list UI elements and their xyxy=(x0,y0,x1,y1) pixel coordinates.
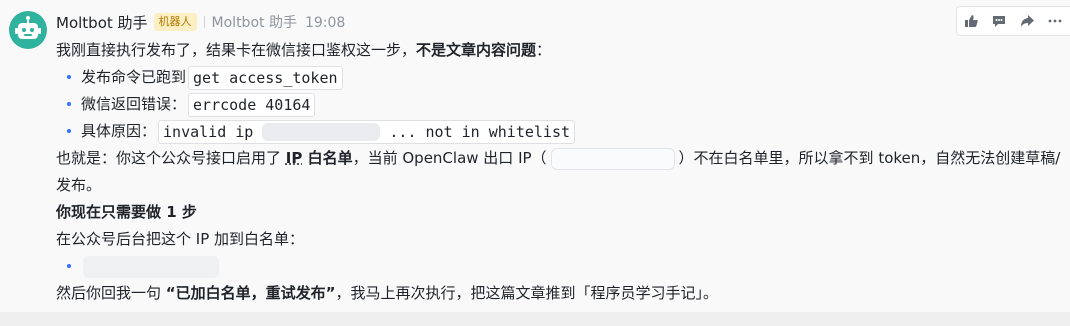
list-item: 发布命令已跑到 get access_token xyxy=(56,64,1061,91)
bot-avatar[interactable] xyxy=(9,11,47,49)
reply-button[interactable] xyxy=(985,7,1013,35)
explain-text: ，当前 OpenClaw 出口 IP（ xyxy=(352,149,547,167)
bullet-icon xyxy=(67,128,71,133)
bullet-label: 微信返回错误： xyxy=(81,95,187,113)
reply-text: 然后你回我一句 xyxy=(56,284,166,302)
reply-instruction: 然后你回我一句 “已加白名单，重试发布”，我马上再次执行，把这篇文章推到「程序员… xyxy=(56,280,1061,307)
chat-bottom-strip xyxy=(0,312,1070,326)
intro-emphasis: 不是文章内容问题 xyxy=(416,41,537,59)
code-part: ... not in whitelist xyxy=(389,122,571,141)
explanation-paragraph: 也就是：你这个公众号接口启用了 IP 白名单，当前 OpenClaw 出口 IP… xyxy=(56,145,1061,199)
sender-name[interactable]: Moltbot 助手 xyxy=(56,12,148,33)
bot-tag: 机器人 xyxy=(153,13,197,31)
message-actions xyxy=(956,6,1070,36)
timestamp: 19:08 xyxy=(304,15,346,31)
redacted-ip xyxy=(550,147,675,170)
forward-icon xyxy=(1021,15,1034,27)
bullet-icon xyxy=(67,263,71,268)
bullet-icon xyxy=(67,101,71,106)
reply-phrase: “已加白名单，重试发布” xyxy=(165,284,336,302)
robot-icon xyxy=(15,16,41,39)
bullet-label: 发布命令已跑到 xyxy=(81,68,187,86)
step-heading-text: 你现在只需要做 1 步 xyxy=(56,203,197,221)
bullet-icon xyxy=(67,74,71,79)
intro-line: 我刚直接执行发布了，结果卡在微信接口鉴权这一步，不是文章内容问题： xyxy=(56,37,1061,64)
list-item: 微信返回错误： errcode 40164 xyxy=(56,91,1061,118)
message-header: Moltbot 助手 机器人 Moltbot 助手 19:08 xyxy=(56,11,345,33)
whitelist-term: 白名单 xyxy=(302,149,353,167)
code-part: invalid ip xyxy=(163,122,254,141)
like-icon xyxy=(965,15,978,27)
more-icon xyxy=(1048,19,1062,23)
ip-term[interactable]: IP xyxy=(286,149,303,167)
inline-code: get access_token xyxy=(188,65,343,90)
forward-button[interactable] xyxy=(1013,7,1041,35)
redacted-ip xyxy=(83,255,219,278)
header-divider xyxy=(203,16,205,28)
intro-text: 我刚直接执行发布了，结果卡在微信接口鉴权这一步， xyxy=(56,41,417,59)
bullet-label: 具体原因： xyxy=(81,122,157,140)
like-button[interactable] xyxy=(957,7,985,35)
message-body: 我刚直接执行发布了，结果卡在微信接口鉴权这一步，不是文章内容问题： 发布命令已跑… xyxy=(56,37,1061,307)
meta-name: Moltbot 助手 xyxy=(211,15,297,31)
inline-code: errcode 40164 xyxy=(188,92,316,117)
list-item: 具体原因： invalid ip ... not in whitelist xyxy=(56,118,1061,145)
reply-text: ，我马上再次执行，把这篇文章推到「程序员学习手记」。 xyxy=(335,284,719,302)
intro-colon: ： xyxy=(536,41,552,59)
redacted-ip xyxy=(262,123,381,141)
more-button[interactable] xyxy=(1041,7,1069,35)
reply-icon xyxy=(993,16,1005,27)
step-heading: 你现在只需要做 1 步 xyxy=(56,199,1061,226)
explain-text: 也就是：你这个公众号接口启用了 xyxy=(56,149,286,167)
message-meta: Moltbot 助手 19:08 xyxy=(212,12,346,32)
chat-message: Moltbot 助手 机器人 Moltbot 助手 19:08 我刚直接执行发布… xyxy=(0,0,1070,312)
step-text-line: 在公众号后台把这个 IP 加到白名单： xyxy=(56,226,1061,253)
step-text: 在公众号后台把这个 IP 加到白名单： xyxy=(56,230,305,248)
inline-code: invalid ip ... not in whitelist xyxy=(158,119,576,144)
list-item xyxy=(56,253,1061,280)
